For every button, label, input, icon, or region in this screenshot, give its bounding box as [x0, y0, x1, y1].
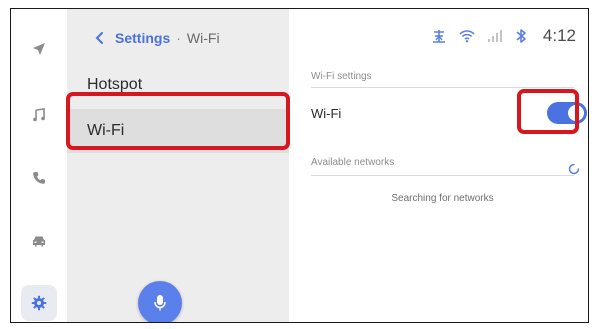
menu-item-label: Wi-Fi [87, 122, 125, 139]
clock: 4:12 [542, 26, 576, 45]
breadcrumb-settings-link[interactable]: Settings [115, 30, 170, 46]
app-frame: Settings · Wi-Fi Hotspot Wi-Fi 4:12 Wi-F… [10, 8, 589, 323]
wifi-settings-pane: 4:12 Wi-Fi settings Wi-Fi Available netw… [289, 9, 588, 322]
wifi-toggle[interactable] [547, 102, 587, 124]
status-bar: 4:12 [431, 25, 576, 47]
cellular-signal-icon [487, 29, 503, 43]
loading-spinner-icon [568, 162, 580, 180]
wifi-signal-icon [459, 29, 475, 43]
menu-item-wifi[interactable]: Wi-Fi [67, 109, 289, 153]
menu-item-hotspot[interactable]: Hotspot [67, 63, 289, 107]
icon-rail [11, 9, 67, 322]
settings-gear-icon[interactable] [21, 285, 57, 321]
bluetooth-icon [515, 28, 527, 44]
divider [311, 87, 574, 88]
microphone-icon [154, 295, 166, 311]
available-networks-label: Available networks [311, 157, 395, 168]
antenna-icon [431, 28, 447, 44]
music-icon[interactable] [11, 99, 67, 131]
toggle-knob [568, 105, 584, 121]
settings-menu: Settings · Wi-Fi Hotspot Wi-Fi [67, 9, 289, 322]
breadcrumb: Settings · Wi-Fi [93, 27, 220, 49]
phone-icon[interactable] [11, 162, 67, 194]
wifi-toggle-label: Wi-Fi [311, 106, 342, 121]
voice-assistant-button[interactable] [138, 281, 182, 322]
car-icon[interactable] [11, 225, 67, 257]
breadcrumb-current: Wi-Fi [186, 30, 220, 46]
menu-item-label: Hotspot [87, 76, 143, 93]
divider [311, 175, 574, 176]
back-chevron-icon[interactable] [93, 31, 107, 45]
wifi-settings-section-label: Wi-Fi settings [311, 71, 372, 82]
navigation-icon[interactable] [11, 33, 67, 65]
breadcrumb-separator: · [176, 30, 181, 46]
searching-status: Searching for networks [391, 193, 494, 204]
